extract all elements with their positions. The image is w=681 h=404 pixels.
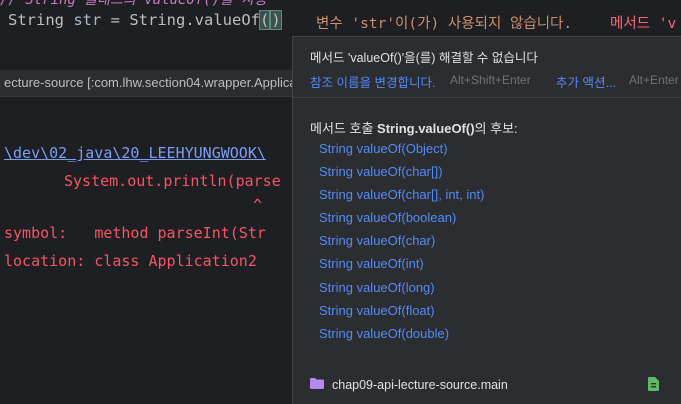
candidates-method: String.valueOf() <box>377 121 475 136</box>
module-name: chap09-api-lecture-source.main <box>332 378 508 392</box>
code-close-paren: ) <box>270 10 282 30</box>
candidate-item[interactable]: String valueOf(float) <box>319 301 484 324</box>
code-variable: str <box>73 11 102 29</box>
code-comment: // String 클래스의 valueOf()를 사용 <box>0 0 268 8</box>
candidate-item[interactable]: String valueOf(boolean) <box>319 208 484 231</box>
console-location-value: class Application2 <box>94 252 257 270</box>
error-message: 메서드 'valueOf()'을(를) 해결할 수 없습니다 <box>310 51 538 65</box>
code-method-call: String.valueOf <box>129 11 260 29</box>
candidate-item[interactable]: String valueOf(long) <box>319 278 484 301</box>
code-equals: = <box>101 11 130 29</box>
candidates-prefix: 메서드 호출 <box>310 121 378 136</box>
candidates-suffix: 의 후보: <box>474 121 518 136</box>
console-tab[interactable]: ecture-source [:com.lhw.section04.wrappe… <box>0 70 304 97</box>
candidate-item[interactable]: String valueOf(char) <box>319 231 484 254</box>
candidate-item[interactable]: String valueOf(int) <box>319 254 484 277</box>
candidate-item[interactable]: String valueOf(double) <box>319 324 484 347</box>
console-println-line: System.out.println(parse <box>64 172 281 190</box>
error-popup: 메서드 'valueOf()'을(를) 해결할 수 없습니다 ⋮ 참조 이름을 … <box>292 36 681 404</box>
more-vertical-icon[interactable]: ⋮ <box>676 47 681 64</box>
more-vertical-icon[interactable]: ⋮ <box>676 377 681 394</box>
code-type: String <box>8 11 64 29</box>
code-statement[interactable]: String str = String.valueOf() <box>8 10 282 30</box>
rename-reference-action[interactable]: 참조 이름을 변경합니다. <box>310 72 435 91</box>
candidate-item[interactable]: String valueOf(Object) <box>319 139 484 162</box>
candidate-item[interactable]: String valueOf(char[], int, int) <box>319 185 484 208</box>
console-location-label: location: <box>4 252 86 270</box>
console-symbol-value: method parseInt(Str <box>94 224 266 242</box>
rename-shortcut: Alt+Shift+Enter <box>450 73 531 87</box>
console-path-line: \dev\02_java\20_LEEHYUNGWOOK\ <box>4 144 266 162</box>
code-open-paren: ( <box>258 10 271 30</box>
folder-icon <box>310 378 324 389</box>
console-tab-label: ecture-source [:com.lhw.section04.wrappe… <box>4 75 304 90</box>
console-symbol-label: symbol: <box>4 224 68 242</box>
console-location-line: location: class Application2 <box>4 252 257 270</box>
inlay-error: 메서드 'v <box>610 16 677 32</box>
candidates-list: String valueOf(Object) String valueOf(ch… <box>319 139 484 347</box>
console-path-link[interactable]: \dev\02_java\20_LEEHYUNGWOOK\ <box>4 144 266 162</box>
console-symbol-line: symbol: method parseInt(Str <box>4 224 266 242</box>
document-icon[interactable] <box>648 377 659 391</box>
console-caret-line: ^ <box>253 196 263 214</box>
candidates-heading: 메서드 호출 String.valueOf()의 후보: <box>310 118 518 137</box>
candidate-item[interactable]: String valueOf(char[]) <box>319 162 484 185</box>
more-actions-shortcut: Alt+Enter <box>629 73 679 87</box>
inlay-warning: 변수 'str'이(가) 사용되지 않습니다. <box>316 16 573 32</box>
popup-divider <box>293 97 681 98</box>
more-actions-action[interactable]: 추가 액션... <box>556 72 616 91</box>
popup-footer: chap09-api-lecture-source.main ⋮ <box>293 370 681 404</box>
run-console: ecture-source [:com.lhw.section04.wrappe… <box>0 44 304 403</box>
